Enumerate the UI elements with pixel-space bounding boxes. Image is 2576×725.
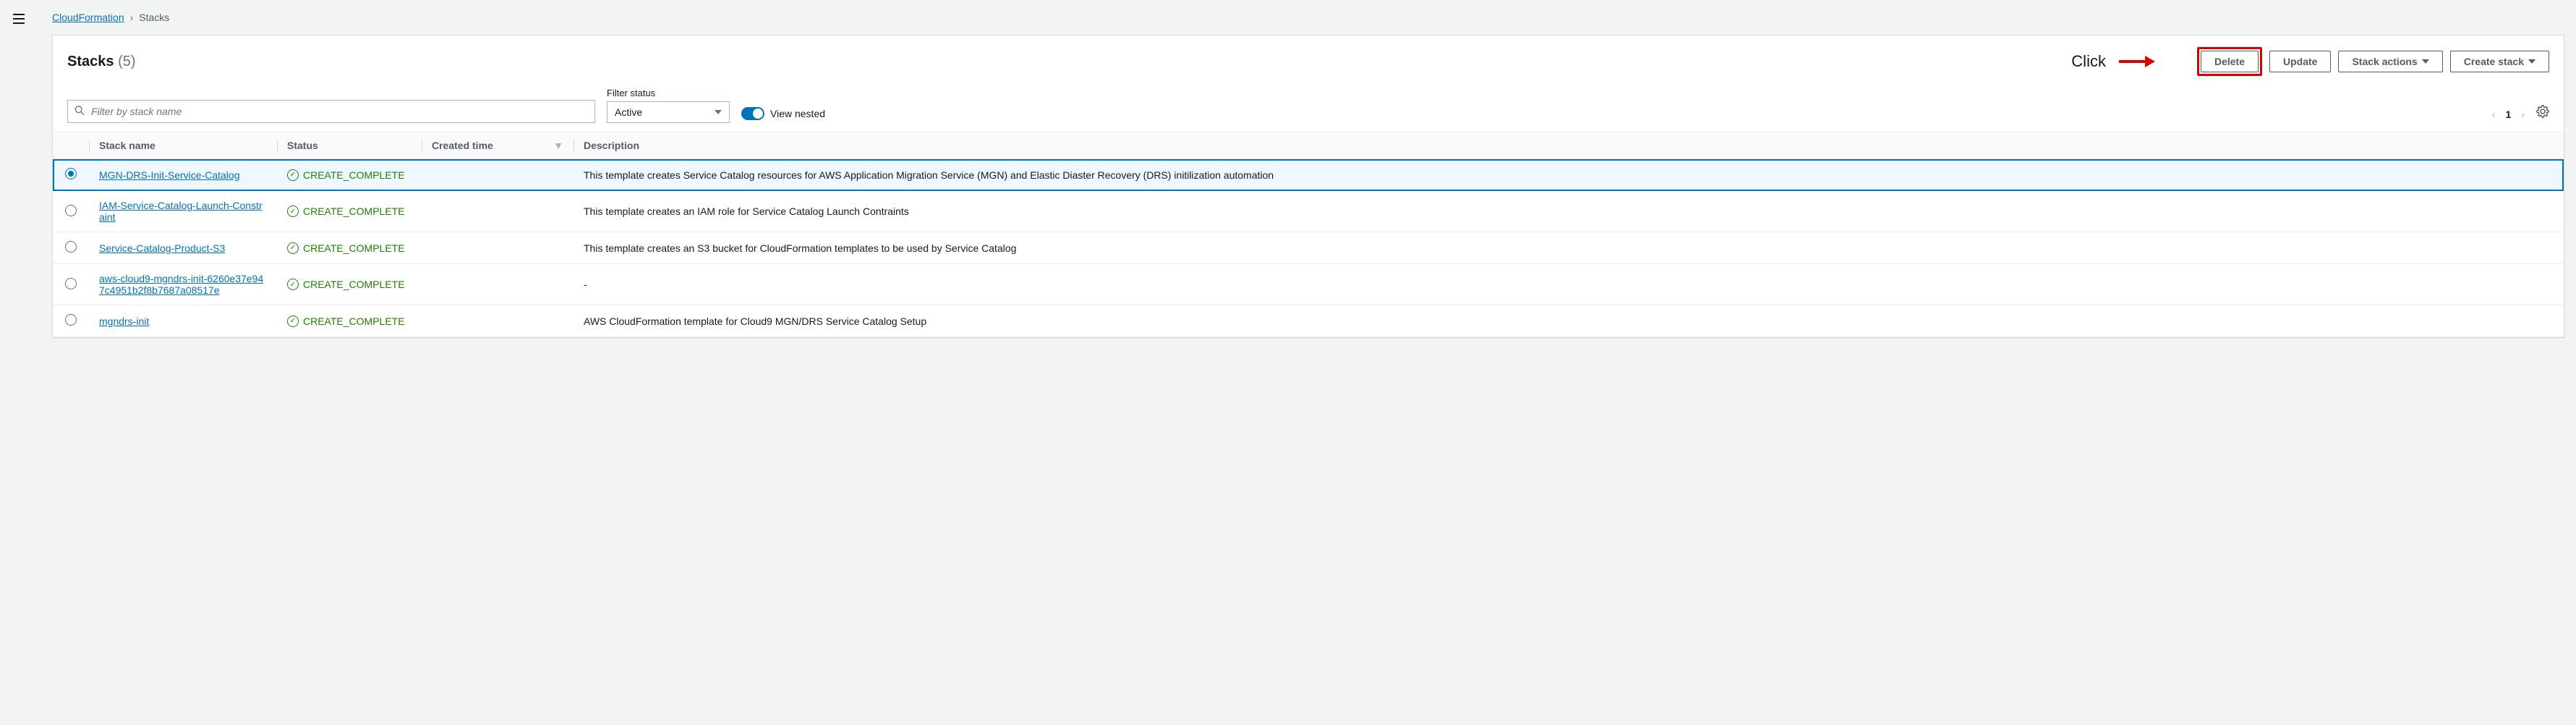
table-row[interactable]: aws-cloud9-mgndrs-init-6260e37e947c4951b… — [53, 264, 2564, 305]
table-row[interactable]: IAM-Service-Catalog-Launch-Constraint ✓ CR… — [53, 191, 2564, 232]
row-radio[interactable] — [65, 205, 77, 216]
delete-highlight: Delete — [2197, 47, 2262, 76]
filter-status-label: Filter status — [607, 88, 730, 98]
search-icon — [74, 106, 85, 118]
stack-actions-label: Stack actions — [2352, 56, 2417, 67]
create-stack-label: Create stack — [2464, 56, 2524, 67]
title-count: (5) — [118, 54, 135, 69]
page-title: Stacks (5) — [67, 54, 136, 70]
check-circle-icon: ✓ — [287, 315, 299, 327]
row-radio[interactable] — [65, 241, 77, 253]
table-row[interactable]: MGN-DRS-Init-Service-Catalog ✓ CREATE_COMP… — [53, 159, 2564, 191]
col-header-created-label: Created time — [432, 140, 493, 151]
row-radio[interactable] — [65, 314, 77, 326]
sort-desc-icon: ▼ — [553, 140, 563, 151]
click-annotation: Click — [2071, 52, 2106, 71]
description-text: This template creates an S3 bucket for C… — [573, 232, 2564, 264]
arrow-annotation — [2119, 54, 2155, 69]
view-nested-label: View nested — [770, 108, 825, 119]
status-badge: ✓ CREATE_COMPLETE — [287, 169, 411, 181]
stack-actions-button[interactable]: Stack actions — [2338, 51, 2442, 72]
caret-down-icon — [2422, 59, 2429, 64]
next-page[interactable]: › — [2521, 109, 2525, 120]
stack-name-link[interactable]: mgndrs-init — [99, 315, 149, 327]
stacks-table: Stack name Status Created time ▼ Descrip… — [53, 132, 2564, 337]
created-time — [422, 232, 573, 264]
status-badge: ✓ CREATE_COMPLETE — [287, 279, 411, 290]
settings-button[interactable] — [2536, 105, 2549, 123]
breadcrumb-root[interactable]: CloudFormation — [52, 12, 124, 23]
title-text: Stacks — [67, 54, 114, 69]
col-header-name[interactable]: Stack name — [89, 132, 277, 159]
search-input[interactable] — [67, 100, 595, 123]
status-text: CREATE_COMPLETE — [303, 205, 405, 217]
description-text: AWS CloudFormation template for Cloud9 M… — [573, 305, 2564, 337]
breadcrumb: CloudFormation › Stacks — [52, 12, 2564, 23]
breadcrumb-current: Stacks — [139, 12, 169, 23]
stacks-panel: Stacks (5) Click ⟳ Delete Update Stack a… — [52, 35, 2564, 338]
table-row[interactable]: Service-Catalog-Product-S3 ✓ CREATE_COMPLE… — [53, 232, 2564, 264]
filter-status-value: Active — [615, 106, 642, 118]
status-badge: ✓ CREATE_COMPLETE — [287, 205, 411, 217]
status-text: CREATE_COMPLETE — [303, 169, 405, 181]
row-radio[interactable] — [65, 278, 77, 289]
stack-name-link[interactable]: aws-cloud9-mgndrs-init-6260e37e947c4951b… — [99, 273, 263, 296]
filter-status-select[interactable]: Active — [607, 101, 730, 123]
chevron-right-icon: › — [130, 12, 134, 23]
col-header-created[interactable]: Created time ▼ — [422, 132, 573, 159]
table-row[interactable]: mgndrs-init ✓ CREATE_COMPLETE AWS CloudForm… — [53, 305, 2564, 337]
created-time — [422, 264, 573, 305]
caret-down-icon — [2528, 59, 2536, 64]
check-circle-icon: ✓ — [287, 242, 299, 254]
status-badge: ✓ CREATE_COMPLETE — [287, 315, 411, 327]
pagination: ‹ 1 › — [2492, 109, 2525, 123]
hamburger-menu[interactable] — [12, 12, 26, 28]
view-nested-toggle[interactable] — [741, 107, 764, 120]
status-badge: ✓ CREATE_COMPLETE — [287, 242, 411, 254]
check-circle-icon: ✓ — [287, 169, 299, 181]
col-header-description[interactable]: Description — [573, 132, 2564, 159]
create-stack-button[interactable]: Create stack — [2450, 51, 2549, 72]
update-button[interactable]: Update — [2269, 51, 2331, 72]
status-text: CREATE_COMPLETE — [303, 315, 405, 327]
col-header-status[interactable]: Status — [277, 132, 422, 159]
caret-down-icon — [715, 110, 722, 114]
created-time — [422, 305, 573, 337]
created-time — [422, 159, 573, 191]
prev-page[interactable]: ‹ — [2492, 109, 2496, 120]
stack-name-link[interactable]: Service-Catalog-Product-S3 — [99, 242, 225, 254]
page-number: 1 — [2506, 109, 2512, 120]
stack-name-link[interactable]: MGN-DRS-Init-Service-Catalog — [99, 169, 239, 181]
status-text: CREATE_COMPLETE — [303, 279, 405, 290]
delete-button[interactable]: Delete — [2201, 51, 2259, 72]
created-time — [422, 191, 573, 232]
description-text: This template creates an IAM role for Se… — [573, 191, 2564, 232]
check-circle-icon: ✓ — [287, 205, 299, 217]
description-text: - — [573, 264, 2564, 305]
gear-icon — [2536, 105, 2549, 118]
check-circle-icon: ✓ — [287, 279, 299, 290]
description-text: This template creates Service Catalog re… — [573, 159, 2564, 191]
row-radio[interactable] — [65, 168, 77, 179]
stack-name-link[interactable]: IAM-Service-Catalog-Launch-Constraint — [99, 200, 263, 223]
status-text: CREATE_COMPLETE — [303, 242, 405, 254]
menu-icon — [12, 12, 26, 26]
